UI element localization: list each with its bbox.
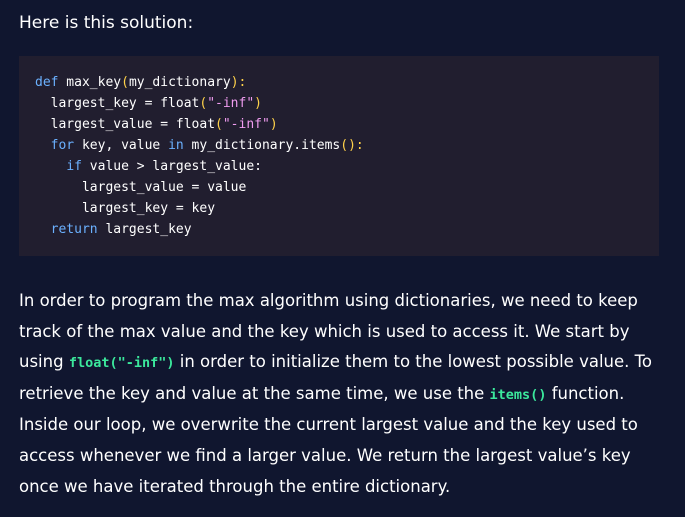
code-line-5: if value > largest_value: bbox=[35, 156, 659, 177]
code-line-3: largest_value = float("-inf") bbox=[35, 114, 659, 135]
keyword-if: if bbox=[66, 159, 82, 174]
paren-close: ) bbox=[254, 96, 262, 111]
code-block[interactable]: def max_key(my_dictionary): largest_key … bbox=[19, 56, 659, 256]
paren-close: ): bbox=[230, 75, 247, 90]
keyword-in: in bbox=[168, 138, 184, 153]
paren-close: ) bbox=[269, 117, 278, 132]
function-arg: my_dictionary bbox=[128, 75, 231, 90]
code-text: key, value bbox=[74, 138, 169, 153]
code-line-6: largest_value = value bbox=[35, 177, 659, 198]
inline-code-items: items() bbox=[489, 386, 547, 403]
code-line-8: return largest_key bbox=[35, 219, 659, 240]
string-literal: "-inf" bbox=[222, 117, 270, 132]
code-text: value > largest_value: bbox=[81, 159, 262, 174]
keyword-def: def bbox=[35, 75, 59, 90]
keyword-return: return bbox=[50, 222, 98, 237]
code-text: largest_value = float bbox=[50, 117, 216, 132]
code-line-2: largest_key = float("-inf") bbox=[35, 93, 659, 114]
paren-open: ( bbox=[215, 117, 223, 132]
function-name: max_key bbox=[58, 75, 122, 90]
code-line-1: def max_key(my_dictionary): bbox=[35, 72, 659, 93]
code-text: largest_key = float bbox=[50, 96, 200, 111]
code-line-4: for key, value in my_dictionary.items(): bbox=[35, 135, 659, 156]
inline-code-float-inf: float("-inf") bbox=[68, 355, 175, 372]
code-text: largest_key bbox=[97, 222, 192, 237]
keyword-for: for bbox=[50, 138, 75, 153]
intro-text: Here is this solution: bbox=[19, 13, 194, 33]
code-line-7: largest_key = key bbox=[35, 198, 659, 219]
code-text: largest_value = value bbox=[81, 180, 247, 195]
code-text: largest_key = key bbox=[81, 201, 216, 216]
string-literal: "-inf" bbox=[207, 96, 255, 111]
paren-open: ( bbox=[121, 75, 129, 90]
code-text: my_dictionary.items bbox=[183, 138, 341, 153]
paren-pair: (): bbox=[340, 138, 364, 153]
explanation-paragraph: In order to program the max algorithm us… bbox=[19, 286, 669, 502]
